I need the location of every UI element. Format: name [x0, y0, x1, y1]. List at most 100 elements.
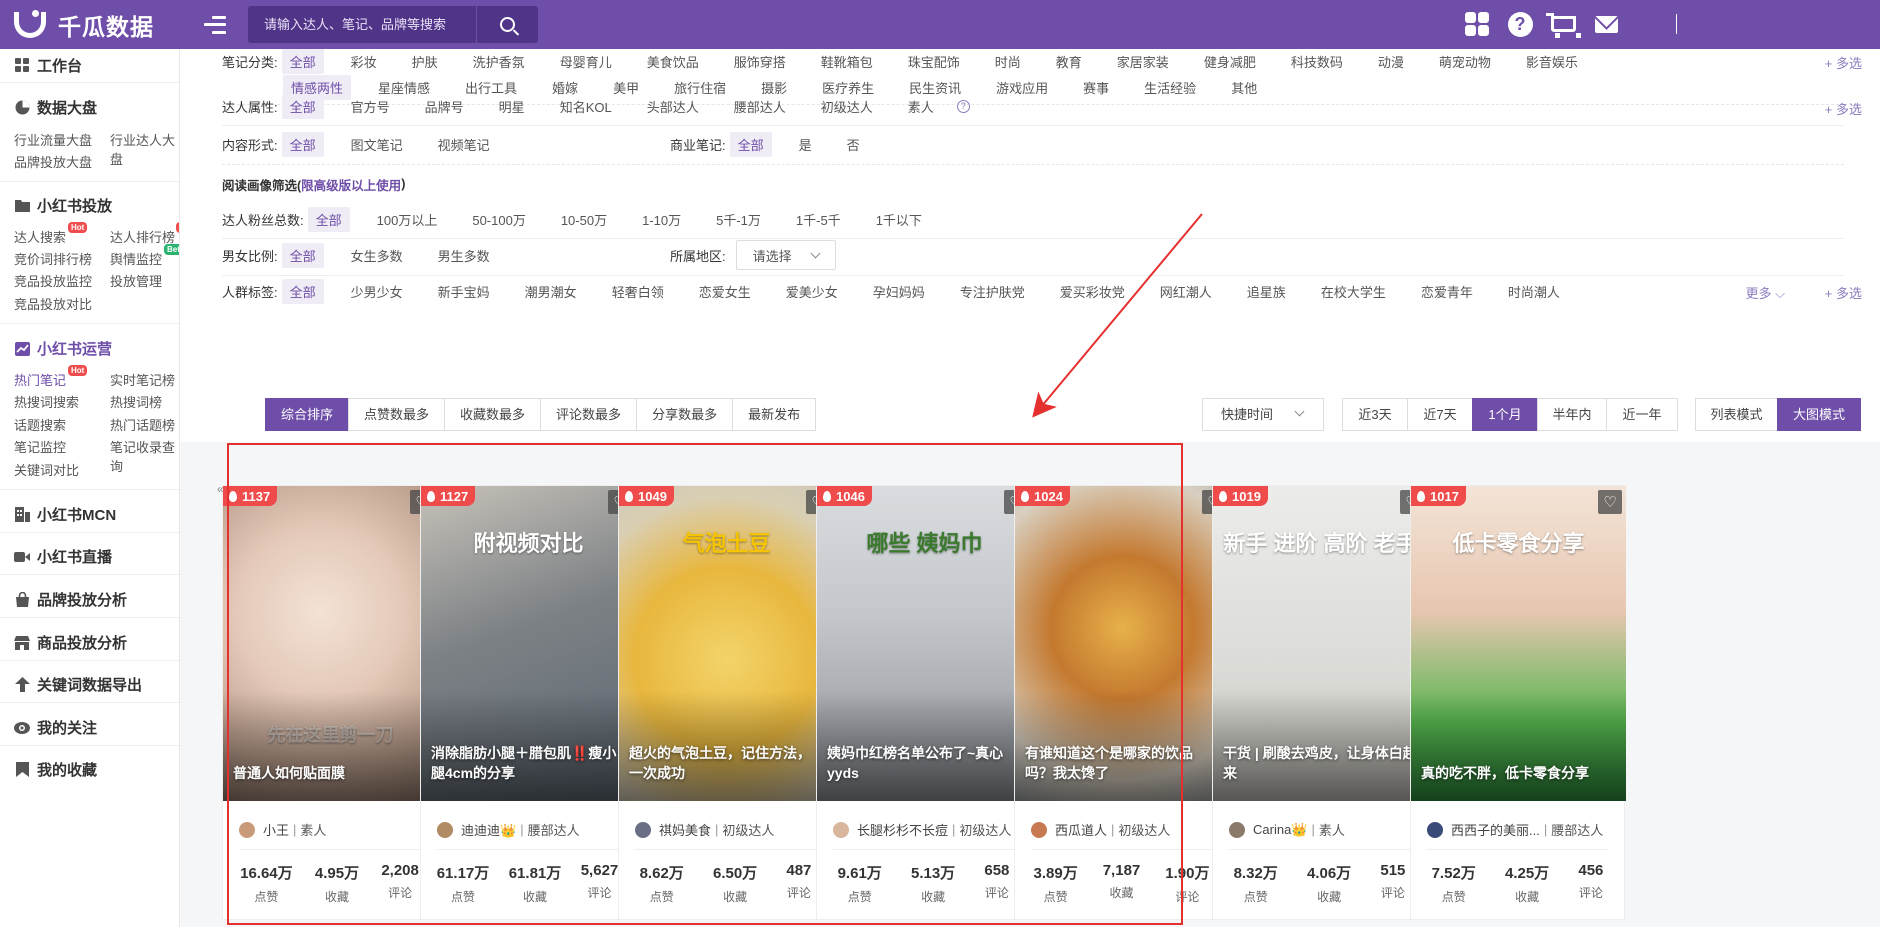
nav-talent-search[interactable]: 达人搜索 — [14, 227, 66, 246]
filter-option[interactable]: 头部达人 — [639, 94, 707, 119]
filter-option[interactable]: 科技数码 — [1283, 49, 1351, 74]
note-card[interactable]: 新手 进阶 高阶 老手干货 | 刷酸去鸡皮，让身体白起来1019♡Carina👑… — [1212, 485, 1428, 920]
filter-option[interactable]: 服饰穿搭 — [726, 49, 794, 74]
nav-sentiment[interactable]: 舆情监控 — [110, 249, 162, 268]
filter-option[interactable]: 专注护肤党 — [952, 279, 1033, 304]
note-author[interactable]: 小王 | 素人 — [239, 820, 326, 839]
note-thumbnail[interactable]: 先在这里剪一刀普通人如何贴面膜1137♡ — [223, 486, 438, 801]
sort-tab[interactable]: 分享数最多 — [636, 398, 734, 431]
nav-note-index[interactable]: 笔记收录查询 — [110, 437, 179, 475]
nav-industry-talent[interactable]: 行业达人大盘 — [110, 130, 179, 168]
author-name[interactable]: 西瓜道人 — [1055, 820, 1107, 839]
note-author[interactable]: 西西子的美丽... | 腰部达人 — [1427, 820, 1603, 839]
author-name[interactable]: 迪迪迪👑 — [461, 820, 516, 839]
filter-option[interactable]: 男生多数 — [430, 243, 498, 268]
mail-icon[interactable] — [1590, 8, 1622, 40]
filter-option[interactable]: 鞋靴箱包 — [813, 49, 881, 74]
filter-option[interactable]: 健身减肥 — [1196, 49, 1264, 74]
note-author[interactable]: 西瓜道人 | 初级达人 — [1031, 820, 1170, 839]
nav-live[interactable]: 小红书直播 — [14, 546, 112, 567]
nav-my-follow[interactable]: 我的关注 — [14, 717, 97, 738]
nav-note-monitor[interactable]: 笔记监控 — [14, 437, 66, 456]
nav-topic-search[interactable]: 话题搜索 — [14, 415, 66, 434]
note-author[interactable]: Carina👑 | 素人 — [1229, 820, 1345, 839]
cart-icon[interactable] — [1545, 8, 1581, 40]
author-name[interactable]: Carina👑 — [1253, 822, 1307, 838]
filter-option[interactable]: 否 — [839, 132, 868, 157]
sort-tab[interactable]: 点赞数最多 — [348, 398, 446, 431]
filter-option[interactable]: 10-50万 — [553, 207, 615, 232]
nav-workbench[interactable]: 工作台 — [14, 55, 82, 76]
filter-option[interactable]: 少男少女 — [343, 279, 411, 304]
filter-option[interactable]: 轻奢白领 — [604, 279, 672, 304]
note-title[interactable]: 姨妈巾红榜名单公布了~真心yyds — [827, 743, 1022, 783]
filter-option[interactable]: 视频笔记 — [430, 132, 498, 157]
note-title[interactable]: 消除脂肪小腿＋腊包肌‼️瘦小腿4cm的分享 — [431, 743, 626, 783]
filter-option[interactable]: 全部 — [729, 131, 772, 157]
nav-keyword-export[interactable]: 关键词数据导出 — [14, 674, 142, 695]
nav-hotword-rank[interactable]: 热搜词榜 — [110, 392, 162, 411]
nav-my-favorites[interactable]: 我的收藏 — [14, 759, 97, 780]
note-card[interactable]: 有谁知道这个是哪家的饮品吗？我太馋了1024♡西瓜道人|初级达人3.89万点赞7… — [1014, 485, 1230, 920]
note-title[interactable]: 有谁知道这个是哪家的饮品吗？我太馋了 — [1025, 743, 1220, 783]
sort-tab[interactable]: 评论数最多 — [540, 398, 638, 431]
filter-option[interactable]: 图文笔记 — [343, 132, 411, 157]
filter-option[interactable]: 女生多数 — [343, 243, 411, 268]
note-thumbnail[interactable]: 气泡土豆超火的气泡土豆，记住方法，一次成功1049♡ — [619, 486, 834, 801]
filter-option[interactable]: 洗护香氛 — [465, 49, 533, 74]
filter-option[interactable]: 全部 — [281, 131, 324, 157]
help-icon[interactable]: ? — [956, 99, 970, 113]
filter-option[interactable]: 素人 — [900, 94, 942, 119]
filter-option[interactable]: 赛事 — [1075, 75, 1117, 100]
nav-talent-rank[interactable]: 达人排行榜 — [110, 227, 175, 246]
filter-option[interactable]: 1-10万 — [634, 207, 689, 232]
nav-bid-rank[interactable]: 竞价词排行榜 — [14, 249, 92, 268]
logo[interactable]: 千瓜数据 — [14, 8, 190, 42]
search-button[interactable] — [476, 6, 538, 43]
filter-option[interactable]: 50-100万 — [464, 207, 533, 232]
collapse-arrow-icon[interactable]: « — [217, 482, 224, 496]
view-tab[interactable]: 大图模式 — [1777, 398, 1861, 431]
search-input[interactable] — [248, 6, 476, 43]
note-thumbnail[interactable]: 有谁知道这个是哪家的饮品吗？我太馋了1024♡ — [1015, 486, 1230, 801]
filter-option[interactable]: 全部 — [281, 242, 324, 268]
time-tab[interactable]: 近7天 — [1407, 398, 1473, 431]
filter-option[interactable]: 5千-1万 — [708, 207, 769, 232]
note-title[interactable]: 超火的气泡土豆，记住方法，一次成功 — [629, 743, 824, 783]
nav-realtime-notes[interactable]: 实时笔记榜 — [110, 370, 175, 389]
note-title[interactable]: 干货 | 刷酸去鸡皮，让身体白起来 — [1223, 743, 1418, 783]
filter-option[interactable]: 网红潮人 — [1152, 279, 1220, 304]
filter-option[interactable]: 彩妆 — [343, 49, 385, 74]
filter-option[interactable]: 全部 — [281, 93, 324, 119]
note-thumbnail[interactable]: 附视频对比消除脂肪小腿＋腊包肌‼️瘦小腿4cm的分享1127♡ — [421, 486, 636, 801]
note-card[interactable]: 气泡土豆超火的气泡土豆，记住方法，一次成功1049♡祺妈美食|初级达人8.62万… — [618, 485, 834, 920]
filter-option[interactable]: 追星族 — [1239, 279, 1294, 304]
note-title[interactable]: 真的吃不胖，低卡零食分享 — [1421, 763, 1616, 783]
nav-brand-analysis[interactable]: 品牌投放分析 — [14, 589, 127, 610]
filter-option[interactable]: 潮男潮女 — [517, 279, 585, 304]
nav-industry-traffic[interactable]: 行业流量大盘 — [14, 130, 92, 149]
filter-option[interactable]: 家居家装 — [1109, 49, 1177, 74]
nav-mcn[interactable]: 小红书MCN — [14, 504, 116, 525]
note-author[interactable]: 祺妈美食 | 初级达人 — [635, 820, 774, 839]
time-tab[interactable]: 半年内 — [1537, 398, 1607, 431]
sort-tab[interactable]: 收藏数最多 — [444, 398, 542, 431]
nav-keyword-compare[interactable]: 关键词对比 — [14, 460, 79, 479]
note-title[interactable]: 普通人如何贴面膜 — [233, 763, 428, 783]
note-thumbnail[interactable]: 低卡零食分享 真的吃不胖，低卡零食分享 1017 ♡ — [1411, 486, 1626, 801]
filter-option[interactable]: 其他 — [1223, 75, 1265, 100]
filter-option[interactable]: 1千以下 — [868, 207, 930, 232]
filter-option[interactable]: 100万以上 — [369, 207, 446, 232]
filter-option[interactable]: 知名KOL — [552, 94, 620, 119]
note-card[interactable]: 哪些 姨妈巾姨妈巾红榜名单公布了~真心yyds1046♡长腿杉杉不长痘|初级达人… — [816, 485, 1032, 920]
filter-option[interactable]: 品牌号 — [417, 94, 472, 119]
nav-hot-notes[interactable]: 热门笔记 — [14, 370, 66, 389]
nav-topic-rank[interactable]: 热门话题榜 — [110, 415, 175, 434]
note-author[interactable]: 迪迪迪👑 | 腰部达人 — [437, 820, 580, 839]
filter-option[interactable]: 恋爱青年 — [1413, 279, 1481, 304]
sort-tab[interactable]: 综合排序 — [265, 398, 350, 431]
category-multi-select[interactable]: + 多选 — [1825, 53, 1862, 72]
nav-product-analysis[interactable]: 商品投放分析 — [14, 632, 127, 653]
help-icon[interactable]: ? — [1504, 8, 1536, 40]
author-name[interactable]: 长腿杉杉不长痘 — [857, 820, 948, 839]
